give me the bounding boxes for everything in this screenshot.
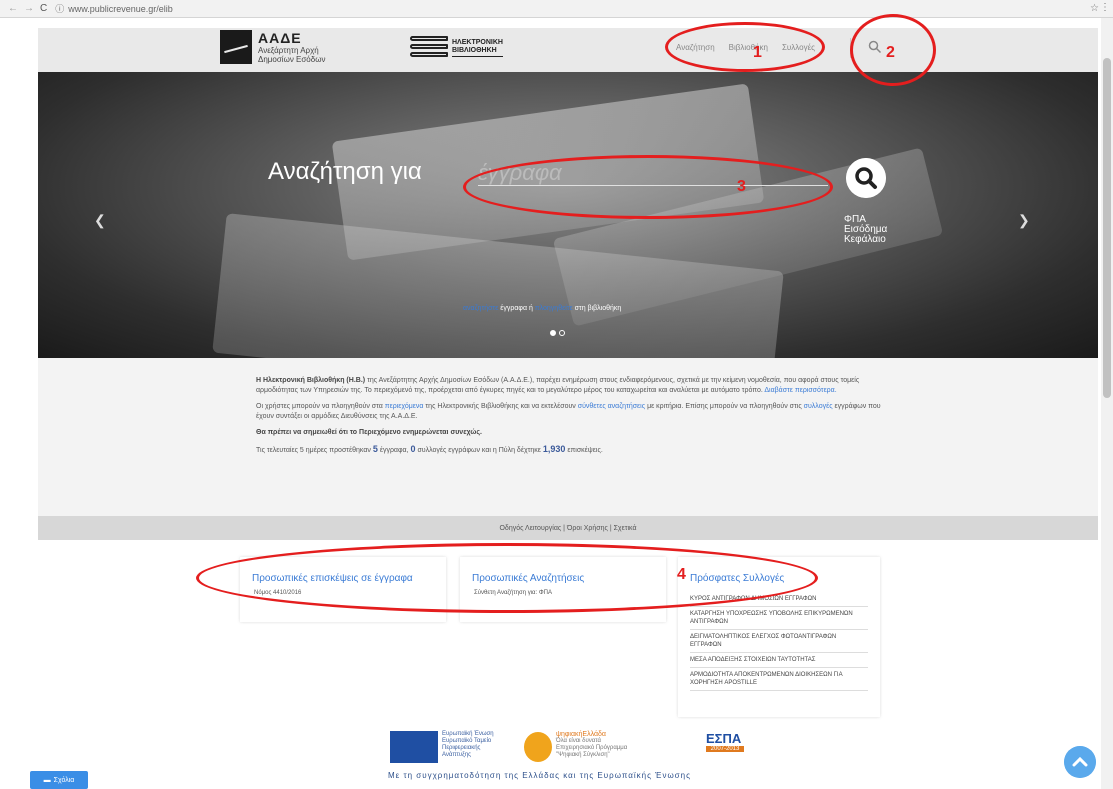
back-icon[interactable]: ← xyxy=(8,3,18,14)
org-title: ΑΑΔΕ xyxy=(258,30,302,46)
menu-icon[interactable]: ⋮ xyxy=(1100,2,1110,13)
digital-greece-icon xyxy=(524,732,552,762)
stats-visits-count: 1,930 xyxy=(542,444,566,454)
browser-nav: ← → xyxy=(8,3,34,14)
caption-text-end: στη βιβλιοθήκη xyxy=(574,305,622,312)
hero-search-button[interactable] xyxy=(846,158,886,198)
elib-line-1: ΗΛΕΚΤΡΟΝΙΚΗ xyxy=(452,39,503,46)
digital-line: Όλα είναι δυνατά xyxy=(556,738,602,744)
eu-flag-icon xyxy=(390,731,438,763)
annotation-oval xyxy=(196,543,818,613)
hero-title: Αναζήτηση για xyxy=(268,158,422,185)
collections-list: ΚΥΡΟΣ ΑΝΤΙΓΡΑΦΩΝ ΔΗΜΟΣΙΩΝ ΕΓΓΡΑΦΩΝ ΚΑΤΑΡ… xyxy=(690,592,868,691)
site-header: ΑΑΔΕ Ανεξάρτητη Αρχή Δημοσίων Εσόδων ΗΛΕ… xyxy=(38,28,1098,72)
list-item[interactable]: ΜΕΣΑ ΑΠΟΔΕΙΞΗΣ ΣΤΟΙΧΕΙΩΝ ΤΑΥΤΟΤΗΤΑΣ xyxy=(690,653,868,668)
annotation-number: 3 xyxy=(737,178,746,195)
elib-logo[interactable]: ΗΛΕΚΤΡΟΝΙΚΗ ΒΙΒΛΙΟΘΗΚΗ xyxy=(410,34,503,62)
annotation-number: 1 xyxy=(753,44,762,61)
eu-line: Ευρωπαϊκή Ένωση xyxy=(442,731,494,737)
stats-text: συλλογές εγγράφων και η Πύλη δέχτηκε xyxy=(417,447,541,454)
hero-tag[interactable]: Κεφάλαιο xyxy=(844,235,887,245)
stats-text: επισκέψεις. xyxy=(567,447,603,454)
intro-paragraph-1: Η Ηλεκτρονική Βιβλιοθήκη (Η.Β.) της Ανεξ… xyxy=(256,376,888,396)
annotation-oval xyxy=(665,22,825,72)
annotation-number: 2 xyxy=(886,44,895,61)
hero-tags: ΦΠΑ Εισόδημα Κεφάλαιο xyxy=(844,215,887,245)
scrollbar[interactable] xyxy=(1101,18,1113,789)
reload-icon[interactable]: C xyxy=(40,3,47,14)
browser-toolbar: ← → C ⓘ www.publicrevenue.gr/elib ☆ ⋮ xyxy=(0,0,1113,18)
comment-icon: ▬ xyxy=(43,776,51,784)
intro-paragraph-3: Θα πρέπει να σημειωθεί ότι το Περιεχόμεν… xyxy=(256,428,888,438)
list-item[interactable]: ΑΡΜΟΔΙΟΤΗΤΑ ΑΠΟΚΕΝΤΡΩΜΕΝΩΝ ΔΙΟΙΚΗΣΕΩΝ ΓΙ… xyxy=(690,668,868,691)
aade-logo[interactable]: ΑΑΔΕ Ανεξάρτητη Αρχή Δημοσίων Εσόδων xyxy=(220,30,325,64)
annotation-number: 4 xyxy=(677,566,686,583)
intro-paragraph-2: Οι χρήστες μπορούν να πλοηγηθούν στα περ… xyxy=(256,402,888,422)
intro-bold: Η Ηλεκτρονική Βιβλιοθήκη (Η.Β.) xyxy=(256,377,366,384)
elib-line-2: ΒΙΒΛΙΟΘΗΚΗ xyxy=(452,47,497,54)
org-subtitle-1: Ανεξάρτητη Αρχή xyxy=(258,46,319,55)
digital-greece-text: ψηφιακήΕλλάδα Όλα είναι δυνατά Επιχειρησ… xyxy=(556,731,627,759)
eu-line: Ευρωπαϊκό Ταμείο xyxy=(442,738,492,744)
intro-text: με κριτήρια. Επίσης μπορούν να πλοηγηθού… xyxy=(647,403,802,410)
stats-collections-count: 0 xyxy=(410,444,416,454)
espa-logo: ΕΣΠΑ 2007-2013 xyxy=(688,731,744,763)
stats-text: Τις τελευταίες 5 ημέρες προστέθηκαν xyxy=(256,447,371,454)
footer-links[interactable]: Οδηγός Λειτουργίας | Όροι Χρήσης | Σχετι… xyxy=(38,516,1098,540)
info-icon[interactable]: ⓘ xyxy=(55,2,64,15)
comments-label: Σχόλια xyxy=(53,776,75,784)
eu-line: Περιφερειακής xyxy=(442,745,481,751)
list-item[interactable]: ΚΑΤΑΡΓΗΣΗ ΥΠΟΧΡΕΩΣΗΣ ΥΠΟΒΟΛΗΣ ΕΠΙΚΥΡΩΜΕΝ… xyxy=(690,607,868,630)
list-item[interactable]: ΔΕΙΓΜΑΤΟΛΗΠΤΙΚΟΣ ΕΛΕΓΧΟΣ ΦΩΤΟΑΝΤΙΓΡΑΦΩΝ … xyxy=(690,630,868,653)
read-more-link[interactable]: Διαβάστε περισσότερα. xyxy=(764,387,836,394)
intro-note: Θα πρέπει να σημειωθεί ότι το Περιεχόμεν… xyxy=(256,429,482,436)
org-subtitle-2: Δημοσίων Εσόδων xyxy=(258,55,326,64)
espa-years: 2007-2013 xyxy=(706,746,744,752)
carousel-prev-icon[interactable]: ❮ xyxy=(94,212,106,229)
carousel-dot[interactable] xyxy=(550,330,556,336)
advanced-search-link[interactable]: σύνθετες αναζητήσεις xyxy=(578,403,645,410)
books-icon xyxy=(410,34,450,62)
intro-text: της Ηλεκτρονικής Βιβλιοθήκης και να εκτε… xyxy=(425,403,576,410)
forward-icon[interactable]: → xyxy=(24,3,34,14)
carousel-dot[interactable] xyxy=(559,330,565,336)
carousel-indicators xyxy=(550,330,565,336)
intro-text: Οι χρήστες μπορούν να πλοηγηθούν στα xyxy=(256,403,383,410)
caption-search-link[interactable]: αναζητήστε xyxy=(463,305,498,312)
digital-line: "Ψηφιακή Σύγκλιση" xyxy=(556,752,610,758)
url-text: www.publicrevenue.gr/elib xyxy=(68,3,173,14)
aade-logo-icon xyxy=(220,30,252,64)
caption-browse-link[interactable]: πλοηγηθείτε xyxy=(535,305,573,312)
cofund-text: Με τη συγχρηματοδότηση της Ελλάδας και τ… xyxy=(388,771,691,780)
eu-text: Ευρωπαϊκή Ένωση Ευρωπαϊκό Ταμείο Περιφερ… xyxy=(442,731,494,759)
comments-button[interactable]: ▬ Σχόλια xyxy=(30,771,88,789)
digital-title: ψηφιακήΕλλάδα xyxy=(556,731,606,738)
digital-line: Επιχειρησιακό Πρόγραμμα xyxy=(556,745,628,751)
scrollbar-thumb[interactable] xyxy=(1103,58,1111,398)
bookmark-star-icon[interactable]: ☆ xyxy=(1090,3,1099,14)
carousel-next-icon[interactable]: ❯ xyxy=(1018,212,1030,229)
hero-caption: αναζητήστε έγγραφα ή πλοηγηθείτε στη βιβ… xyxy=(463,305,621,312)
contents-link[interactable]: περιεχόμενα xyxy=(385,403,424,410)
stats-docs-count: 5 xyxy=(372,444,378,454)
intro-section: Η Ηλεκτρονική Βιβλιοθήκη (Η.Β.) της Ανεξ… xyxy=(38,358,1098,516)
eu-line: Ανάπτυξης xyxy=(442,752,472,758)
caption-text: έγγραφα ή xyxy=(500,305,533,312)
collections-link[interactable]: συλλογές xyxy=(804,403,833,410)
intro-stats: Τις τελευταίες 5 ημέρες προστέθηκαν 5 έγ… xyxy=(256,444,888,456)
address-bar[interactable]: ⓘ www.publicrevenue.gr/elib xyxy=(55,2,173,15)
espa-title: ΕΣΠΑ xyxy=(706,731,742,746)
stats-text: έγγραφα, xyxy=(379,447,409,454)
scroll-top-button[interactable] xyxy=(1064,746,1096,778)
annotation-oval xyxy=(463,155,833,219)
